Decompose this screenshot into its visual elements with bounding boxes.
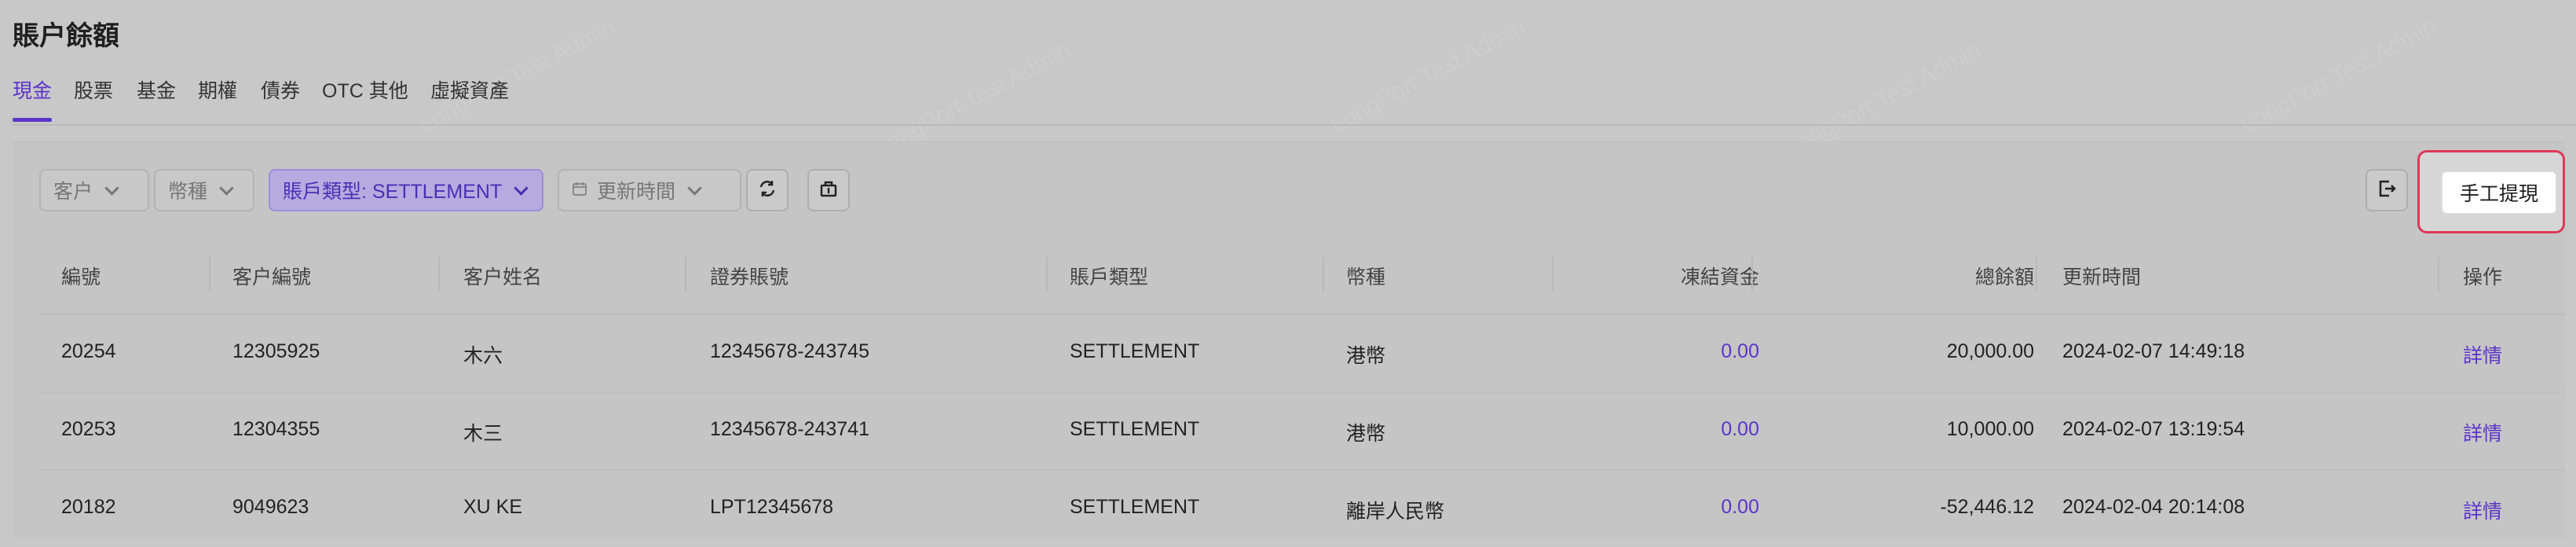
tab-cash[interactable]: 現金 [13, 75, 52, 104]
cell-account-type: SETTLEMENT [1070, 496, 1200, 518]
column-divider[interactable] [1751, 257, 1753, 292]
column-divider[interactable] [2438, 257, 2439, 292]
cell-customer-name: XU KE [463, 496, 523, 518]
tab-stocks[interactable]: 股票 [74, 75, 113, 104]
cell-total-balance: -52,446.12 [1940, 496, 2034, 518]
cell-update-time: 2024-02-07 14:49:18 [2062, 340, 2245, 362]
update-time-filter[interactable]: 更新時間 [558, 169, 741, 211]
column-divider[interactable] [685, 257, 686, 292]
cell-customer-no: 9049623 [232, 496, 309, 518]
col-action: 操作 [2463, 266, 2503, 288]
chevron-down-icon [687, 180, 702, 196]
customer-filter[interactable]: 客户 [39, 169, 149, 211]
col-total-balance: 總餘額 [1974, 266, 2034, 288]
chevron-down-icon [104, 180, 119, 196]
col-securities-account: 證券賬號 [710, 266, 789, 288]
withdraw-highlight: 手工提現 [2417, 150, 2565, 233]
update-time-filter-label: 更新時間 [597, 181, 676, 203]
tab-options[interactable]: 期權 [198, 75, 237, 104]
manual-withdraw-button[interactable]: 手工提現 [2442, 171, 2556, 214]
cell-customer-no: 12305925 [232, 340, 320, 362]
tab-bonds[interactable]: 債券 [261, 75, 300, 104]
col-account-type: 賬戶類型 [1070, 266, 1149, 288]
table-row: 20182 9049623 XU KE LPT12345678 SETTLEME… [39, 471, 2565, 547]
col-id: 編號 [61, 266, 101, 288]
details-link[interactable]: 詳情 [2463, 418, 2502, 446]
cell-update-time: 2024-02-04 20:14:08 [2062, 496, 2245, 518]
cell-customer-name: 木三 [463, 423, 503, 445]
col-customer-no: 客户編號 [232, 266, 312, 288]
cell-frozen-funds: 0.00 [1721, 340, 1759, 362]
cell-customer-no: 12304355 [232, 418, 320, 440]
cell-frozen-funds: 0.00 [1721, 418, 1759, 440]
cell-account-type: SETTLEMENT [1070, 340, 1200, 362]
currency-filter[interactable]: 幣種 [154, 169, 254, 211]
col-customer-name: 客户姓名 [463, 266, 543, 288]
balance-table: 編號 客户編號 客户姓名 證券賬號 賬戶類型 幣種 凍結資金 總餘額 更新時間 … [39, 240, 2565, 547]
chevron-down-icon [219, 180, 234, 196]
account-type-filter-label: 賬戶類型: SETTLEMENT [283, 181, 503, 203]
cell-currency: 港幣 [1346, 423, 1386, 445]
cell-currency: 港幣 [1346, 345, 1386, 367]
table-row: 20254 12305925 木六 12345678-243745 SETTLE… [39, 315, 2565, 393]
details-link[interactable]: 詳情 [2463, 340, 2502, 369]
cell-id: 20182 [61, 496, 116, 518]
calendar-icon [572, 179, 587, 202]
account-type-filter[interactable]: 賬戶類型: SETTLEMENT [269, 169, 543, 211]
column-divider[interactable] [1323, 257, 1324, 292]
chevron-down-icon [514, 180, 529, 196]
tab-virtual-assets[interactable]: 虛擬資產 [430, 75, 509, 104]
cell-securities-account: LPT12345678 [710, 496, 834, 518]
filter-clear-button[interactable] [807, 169, 850, 211]
cell-total-balance: 20,000.00 [1946, 340, 2034, 362]
table-row: 20253 12304355 木三 12345678-243741 SETTLE… [39, 393, 2565, 471]
page-title: 賬户餘額 [13, 21, 119, 51]
export-icon [2377, 178, 2397, 203]
cell-id: 20254 [61, 340, 116, 362]
cell-securities-account: 12345678-243741 [710, 418, 869, 440]
cell-frozen-funds: 0.00 [1721, 496, 1759, 518]
cell-total-balance: 10,000.00 [1946, 418, 2034, 440]
column-divider[interactable] [2036, 257, 2037, 292]
cell-customer-name: 木六 [463, 345, 503, 367]
currency-filter-label: 幣種 [168, 181, 208, 203]
refresh-button[interactable] [746, 169, 789, 211]
basket-icon [818, 178, 839, 203]
export-button[interactable] [2366, 169, 2408, 211]
col-currency: 幣種 [1346, 266, 1386, 288]
cell-account-type: SETTLEMENT [1070, 418, 1200, 440]
refresh-icon [757, 178, 778, 203]
details-link[interactable]: 詳情 [2463, 496, 2502, 524]
column-divider[interactable] [209, 257, 210, 292]
col-update-time: 更新時間 [2062, 266, 2142, 288]
tab-bar: 現金 股票 基金 期權 債券 OTC 其他 虛擬資產 [13, 75, 2576, 126]
table-header: 編號 客户編號 客户姓名 證券賬號 賬戶類型 幣種 凍結資金 總餘額 更新時間 … [39, 240, 2565, 315]
tab-active-indicator [13, 118, 52, 122]
cell-currency: 離岸人民幣 [1346, 501, 1445, 523]
cell-id: 20253 [61, 418, 116, 440]
column-divider[interactable] [438, 257, 440, 292]
column-divider[interactable] [1552, 257, 1553, 292]
column-divider[interactable] [1046, 257, 1048, 292]
col-frozen-funds: 凍結資金 [1680, 266, 1759, 288]
tab-funds[interactable]: 基金 [137, 75, 176, 104]
cell-update-time: 2024-02-07 13:19:54 [2062, 418, 2245, 440]
customer-filter-label: 客户 [53, 181, 93, 203]
cell-securities-account: 12345678-243745 [710, 340, 869, 362]
tab-otc-other[interactable]: OTC 其他 [322, 75, 408, 104]
balance-card: 客户 幣種 賬戶類型: SETTLEMENT 更新時間 手工提現 編號 客户編號… [13, 141, 2565, 540]
